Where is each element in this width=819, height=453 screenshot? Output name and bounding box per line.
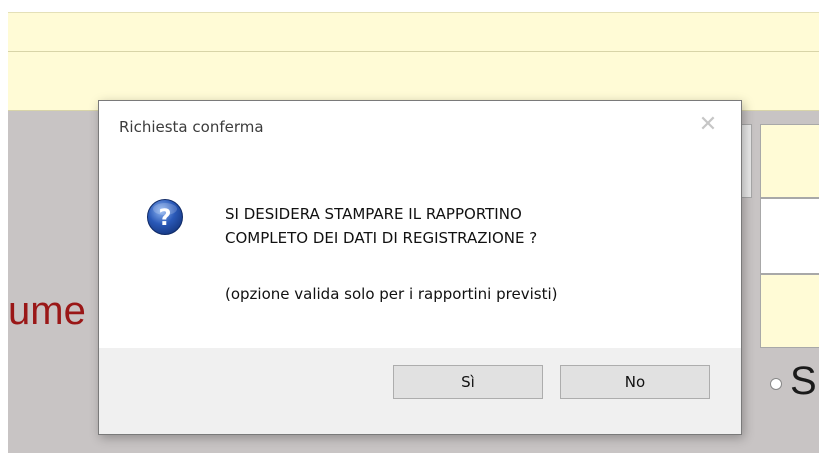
dialog-note: (opzione valida solo per i rapportini pr… [225, 285, 558, 303]
confirm-dialog: Richiesta conferma ✕ ? SI DESIDERA STAMP… [98, 100, 742, 435]
app-field-3[interactable] [760, 274, 819, 348]
svg-text:?: ? [159, 206, 172, 231]
app-field-2[interactable] [760, 198, 819, 274]
app-field-label: ume [8, 289, 86, 333]
yes-button[interactable]: Sì [393, 365, 543, 399]
no-button[interactable]: No [560, 365, 710, 399]
dialog-message-line2: COMPLETO DEI DATI DI REGISTRAZIONE ? [225, 229, 538, 247]
app-radio-button[interactable] [770, 378, 782, 390]
dialog-title: Richiesta conferma [119, 118, 264, 136]
app-field-1[interactable] [760, 124, 819, 198]
app-header-bar [8, 12, 819, 52]
app-radio-label: S [790, 359, 817, 403]
dialog-message-line1: SI DESIDERA STAMPARE IL RAPPORTINO [225, 205, 522, 223]
close-icon[interactable]: ✕ [695, 113, 721, 139]
question-icon: ? [146, 198, 184, 236]
